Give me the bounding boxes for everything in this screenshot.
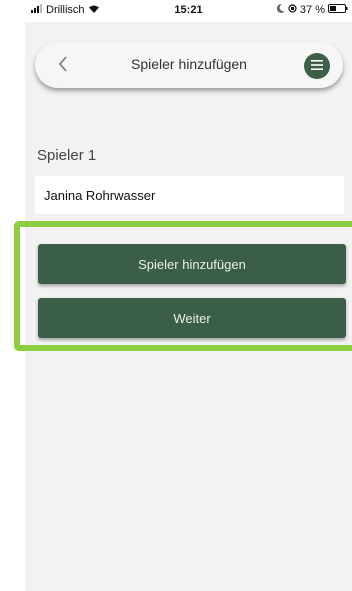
moon-icon	[276, 3, 285, 16]
status-bar-right: 37 %	[276, 3, 348, 16]
battery-icon	[328, 4, 348, 16]
back-arrow-icon[interactable]	[51, 52, 75, 76]
top-bar: Spieler hinzufügen	[35, 42, 343, 88]
player-1-name-input[interactable]	[35, 176, 344, 214]
orientation-lock-icon	[288, 4, 297, 16]
add-player-button[interactable]: Spieler hinzufügen	[38, 244, 346, 284]
menu-button[interactable]	[304, 53, 330, 79]
hamburger-icon	[311, 57, 323, 75]
app-screen: Drillisch 15:21 37 % Spieler hinzufügen …	[25, 0, 352, 591]
page-title: Spieler hinzufügen	[131, 56, 247, 72]
next-button[interactable]: Weiter	[38, 298, 346, 338]
battery-percent: 37 %	[299, 4, 325, 16]
status-bar: Drillisch 15:21 37 %	[25, 0, 352, 22]
player-1-label: Spieler 1	[37, 147, 97, 164]
